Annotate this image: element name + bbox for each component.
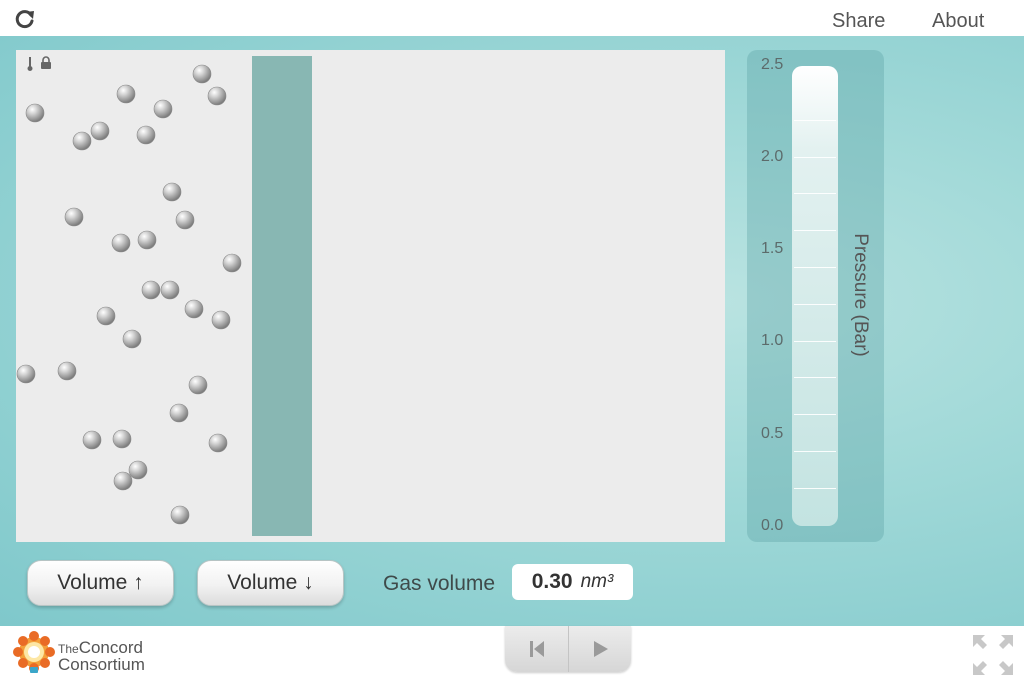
reload-icon[interactable] (14, 8, 36, 30)
gauge-gridline (794, 193, 836, 195)
gas-atom (153, 99, 173, 119)
gauge-gridline (794, 119, 836, 121)
gauge-tick-label: 1.5 (761, 240, 784, 257)
gauge-gridline (794, 487, 836, 489)
sim-status-icons (26, 56, 52, 72)
gauge-tick-label: 2.0 (761, 148, 784, 165)
gauge-gridline (794, 377, 836, 379)
gas-volume-readout: 0.30 nm³ (512, 564, 633, 600)
lock-icon (41, 56, 51, 69)
fullscreen-icon[interactable] (972, 634, 1014, 676)
gas-atom (188, 375, 208, 395)
gas-atom (170, 505, 190, 525)
gas-atom (113, 471, 133, 491)
gauge-gridline (794, 340, 836, 342)
volume-up-button[interactable]: Volume ↑ (27, 560, 174, 606)
model-panel: 2.5 2.0 1.5 1.0 0.5 0.0 Pressure (Bar) V… (0, 36, 1024, 626)
gas-atom (16, 364, 36, 384)
reset-icon[interactable] (505, 626, 568, 672)
gas-atom (162, 182, 182, 202)
gas-volume-unit: nm³ (580, 571, 614, 592)
gas-atom (222, 253, 242, 273)
piston-wall[interactable] (252, 56, 312, 536)
volume-down-button[interactable]: Volume ↓ (197, 560, 344, 606)
gas-atom (96, 306, 116, 326)
gas-container[interactable] (16, 50, 725, 542)
gas-atom (192, 64, 212, 84)
playback-controls (505, 626, 631, 672)
pressure-gauge: 2.5 2.0 1.5 1.0 0.5 0.0 Pressure (Bar) (747, 50, 884, 542)
bottom-bar: TheConcord Consortium (0, 626, 1024, 684)
atoms-layer (16, 64, 242, 525)
pressure-gauge-tube (792, 66, 838, 526)
concord-logo-text: TheConcord Consortium (58, 639, 145, 674)
gauge-tick-label: 1.0 (761, 332, 784, 349)
gas-atom (128, 460, 148, 480)
gas-atom (211, 310, 231, 330)
gas-atom (82, 430, 102, 450)
share-link[interactable]: Share (832, 10, 885, 33)
gauge-gridline (794, 414, 836, 416)
logo-the: The (58, 642, 79, 656)
gas-volume-value: 0.30 (531, 570, 573, 593)
gas-atom (90, 121, 110, 141)
gas-atom (184, 299, 204, 319)
gas-atom (169, 403, 189, 423)
gauge-gridline (794, 451, 836, 452)
gas-atom (207, 86, 227, 106)
gas-atom (111, 233, 131, 253)
thermometer-icon (27, 57, 33, 71)
gauge-tick-label: 0.0 (761, 517, 784, 534)
gauge-tick-label: 0.5 (761, 425, 784, 442)
concord-logo-icon (12, 631, 56, 679)
gas-volume-label: Gas volume (383, 572, 496, 595)
gas-atom (112, 429, 132, 449)
gas-atom (72, 131, 92, 151)
gas-atom (208, 433, 228, 453)
gauge-gridline (794, 303, 836, 305)
gauge-tick-label: 2.5 (761, 56, 784, 73)
gauge-gridline (794, 156, 836, 158)
gas-atom (136, 125, 156, 145)
gas-atom (160, 280, 180, 300)
about-link[interactable]: About (932, 10, 984, 33)
logo-consortium: Consortium (58, 655, 145, 674)
gauge-gridline (794, 267, 836, 268)
gas-atom (137, 230, 157, 250)
top-bar: Share About (0, 0, 1024, 36)
gas-atom (64, 207, 84, 227)
gauge-axis-label: Pressure (Bar) (850, 233, 871, 357)
gas-atom (57, 361, 77, 381)
gauge-gridline (794, 230, 836, 232)
gas-atom (116, 84, 136, 104)
gas-atom (141, 280, 161, 300)
gas-atom (25, 103, 45, 123)
gas-atom (122, 329, 142, 349)
gas-atom (175, 210, 195, 230)
play-icon[interactable] (568, 626, 631, 672)
